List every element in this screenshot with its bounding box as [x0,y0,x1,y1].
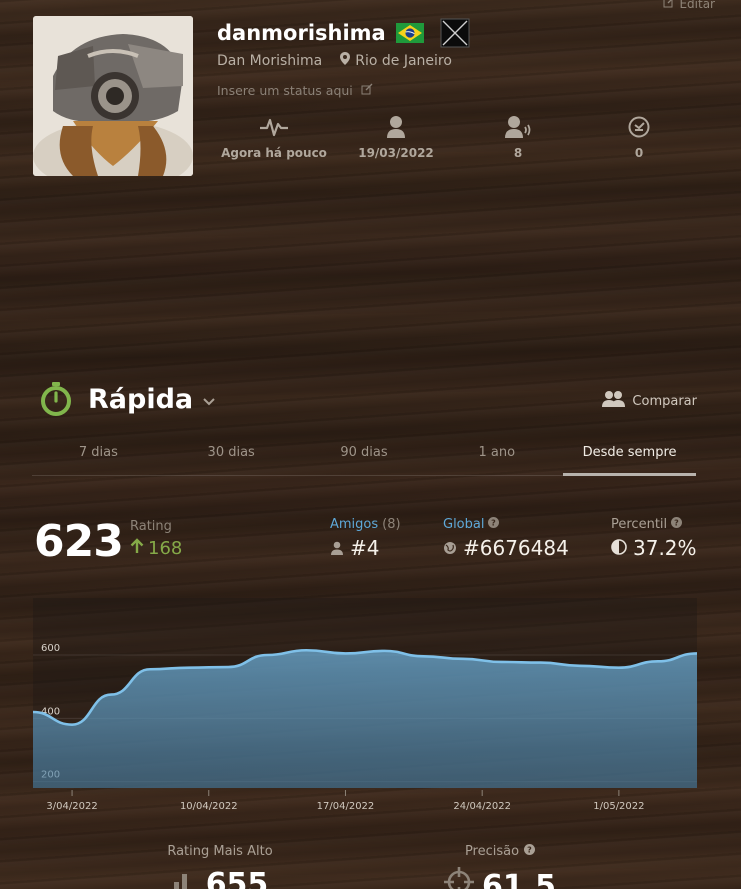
chart-point [186,665,192,671]
chart-point [303,647,309,653]
crosshair-icon [443,867,474,889]
accuracy: Precisão ? 61.5 [420,844,580,889]
chart-x-tick: 3/04/2022 [46,801,97,812]
percentile-label: Percentil [611,517,668,532]
edit-icon [663,0,675,11]
percentile[interactable]: Percentil ? 37.2% [611,517,697,560]
bar-chart-icon [172,867,198,889]
status-placeholder: Insere um status aqui [217,83,353,98]
highest-rating-value: 655 [205,867,269,889]
rating-chart[interactable]: 200400600 [33,598,697,788]
chart-point [460,656,466,662]
rating-label: Rating [130,519,172,534]
friends-count: (8) [382,517,401,532]
chart-area [33,650,697,788]
chart-point [108,692,114,698]
accuracy-label: Precisão [464,844,520,859]
tab-all-time[interactable]: Desde sempre [563,440,696,476]
full-name: Dan Morishima [217,52,323,69]
chart-point [147,666,153,672]
percentile-pie-icon [611,536,627,560]
chart-point [225,664,231,670]
help-icon[interactable]: ? [524,844,536,859]
chart-x-tick: 24/04/2022 [453,801,511,812]
chart-point [577,663,583,669]
rating-delta-value: 168 [148,538,183,559]
percentile-value: 37.2% [633,536,697,560]
global-label: Global [443,517,485,532]
stat-points: 0 [579,112,699,160]
followers-icon [458,112,578,142]
stat-joined: 19/03/2022 [336,112,456,160]
global-rank[interactable]: Global ? #6676484 [443,517,569,560]
globe-icon [443,536,457,560]
current-rating: 623 [34,516,124,567]
user-icon [330,536,344,560]
brazil-flag-icon [395,23,424,43]
stopwatch-icon [40,382,72,416]
chart-y-tick: 600 [41,643,60,654]
friends-rank-value: #4 [350,536,380,560]
chart-point [69,722,75,728]
chart-x-tick: 10/04/2022 [180,801,238,812]
profile-stats: Agora há pouco 19/03/2022 8 0 [217,112,697,172]
user-joined-icon [336,112,456,142]
edit-label: Editar [679,0,715,11]
chart-point [616,665,622,671]
compare-button[interactable]: Comparar [602,390,697,412]
tab-1-year[interactable]: 1 ano [430,440,563,475]
mode-selector[interactable]: Rápida [88,384,193,415]
tab-7-days[interactable]: 7 dias [32,440,165,475]
stat-last-online: Agora há pouco [214,112,334,160]
tab-90-days[interactable]: 90 dias [298,440,431,475]
chart-point [382,648,388,654]
location: Rio de Janeiro [355,52,452,69]
rating-change: 168 [130,538,182,559]
accuracy-value: 61.5 [481,868,557,889]
svg-text:?: ? [674,519,679,528]
chart-point [655,658,661,664]
activity-icon [214,112,334,142]
points-icon [579,112,699,142]
edit-status-icon [361,83,373,98]
x-badge-icon [440,18,470,48]
edit-button[interactable]: Editar [663,0,715,11]
help-icon[interactable]: ? [671,517,683,532]
svg-text:?: ? [492,519,497,528]
friends-rank[interactable]: Amigos (8) #4 [330,517,401,560]
chart-point [421,653,427,659]
chevron-down-icon[interactable] [202,392,216,411]
friends-label: Amigos [330,517,379,532]
arrow-up-icon [130,538,144,559]
period-tabs: 7 dias 30 dias 90 dias 1 ano Desde sempr… [32,440,696,476]
chart-point [499,659,505,665]
chart-x-axis: 3/04/2022 10/04/2022 17/04/2022 24/04/2022 1… [46,790,645,812]
compare-users-icon [602,390,626,412]
compare-label: Comparar [632,393,697,409]
tab-30-days[interactable]: 30 dias [165,440,298,475]
help-icon[interactable]: ? [488,517,500,532]
highest-rating-label: Rating Mais Alto [167,844,273,859]
username[interactable]: danmorishima [217,21,386,45]
status-input[interactable]: Insere um status aqui [217,83,373,98]
location-pin-icon [340,52,351,69]
chart-point [538,660,544,666]
chart-x-tick: 1/05/2022 [593,801,644,812]
global-rank-value: #6676484 [463,536,569,560]
chart-point [342,650,348,656]
avatar[interactable] [33,16,193,176]
stat-followers: 8 [458,112,578,160]
highest-rating: Rating Mais Alto 655 [150,844,290,889]
svg-text:?: ? [527,846,532,855]
chart-x-tick: 17/04/2022 [317,801,375,812]
chart-point [264,652,270,658]
